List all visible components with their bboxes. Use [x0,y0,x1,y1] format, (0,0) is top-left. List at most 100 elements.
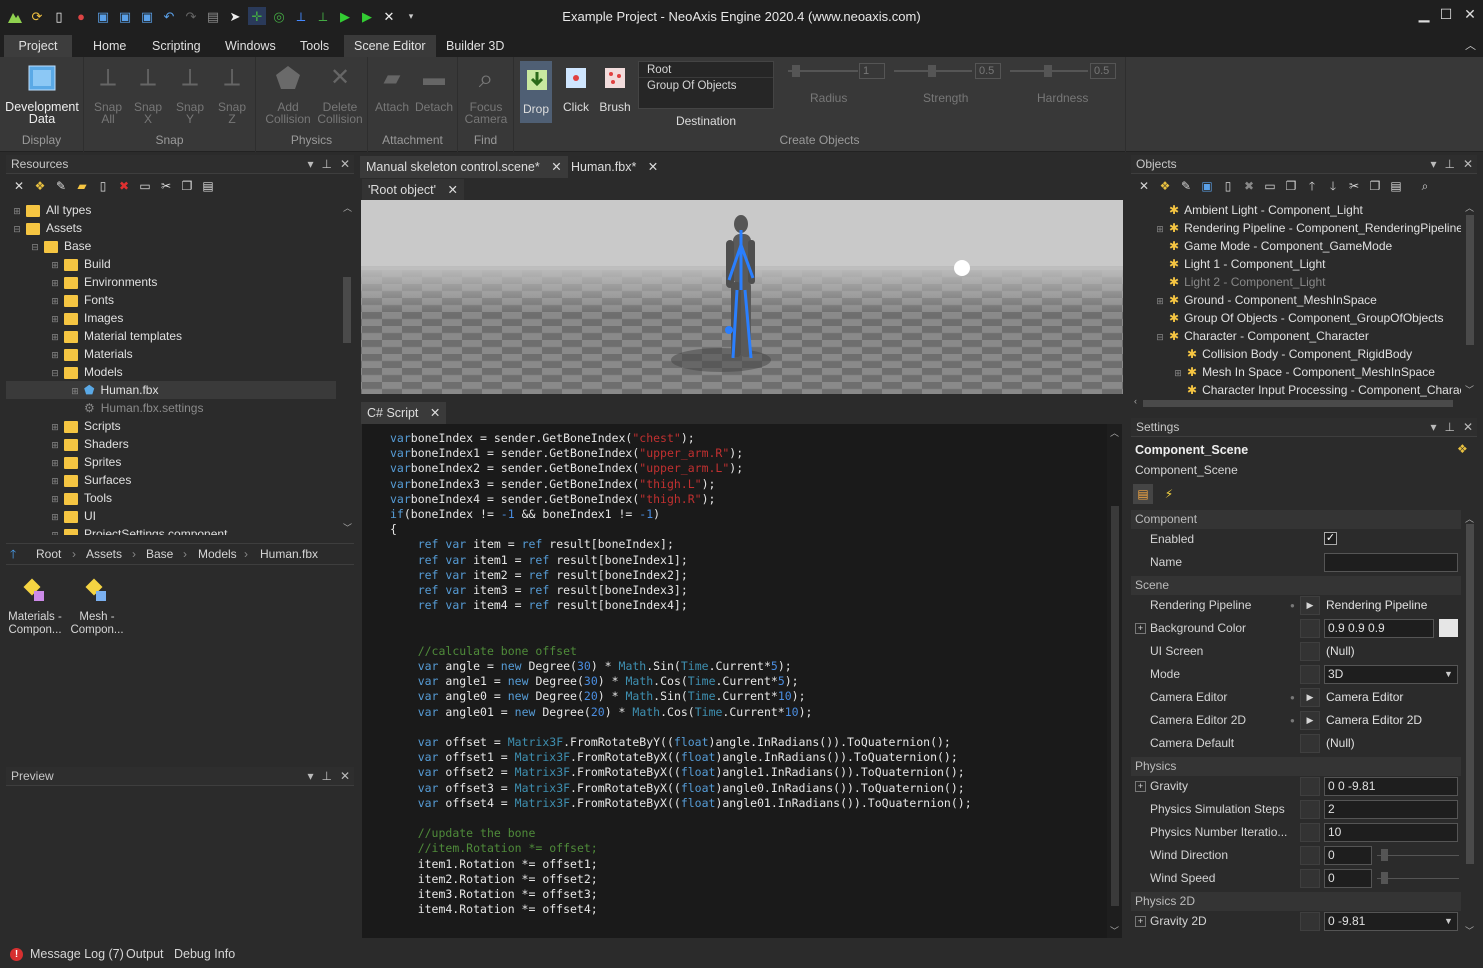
prop-button[interactable] [1300,642,1320,661]
scrollbar-thumb[interactable] [1111,506,1119,906]
scrollbar-thumb[interactable] [1466,524,1474,864]
mode-select[interactable]: 3D [1324,665,1458,684]
breadcrumb-item[interactable]: Human.fbx [260,544,318,564]
add-collision-button[interactable]: Add Collision [262,61,314,125]
destination-item-root[interactable]: Root [639,62,773,78]
collapse-icon[interactable]: ⊟ [50,364,60,382]
edit-icon[interactable]: ✎ [53,178,69,194]
pin-icon[interactable]: ⊥ [321,767,331,786]
drop-button[interactable]: Drop [520,61,552,123]
prop-button[interactable] [1300,823,1320,842]
filter-icon[interactable]: ❖ [32,178,48,194]
tree-item[interactable]: ⊞ ✱ Rendering Pipeline - Component_Renderi… [1155,219,1461,237]
close-icon[interactable]: ✕ [448,183,458,197]
collapse-ribbon-icon[interactable]: ︿ [1465,37,1476,53]
tree-item[interactable]: ⊞ Build [50,255,110,274]
dropdown-icon[interactable]: ▾ [307,155,313,174]
close-icon[interactable]: ✕ [430,406,440,420]
collapse-icon[interactable]: ⊟ [1155,328,1165,346]
scroll-up-icon[interactable]: ︿ [1110,426,1119,439]
new-object-icon[interactable]: ▯ [1220,178,1236,194]
tab-csharp-script[interactable]: C# Script ✕ [361,402,447,424]
tab-tools[interactable]: Tools [290,35,339,57]
expand-icon[interactable]: ⊞ [50,256,60,274]
expand-icon[interactable]: ⊞ [50,346,60,364]
file-item[interactable]: Mesh - Compon... [68,567,126,647]
move-down-icon[interactable]: 🡓 [1325,178,1341,194]
tab-human-fbx[interactable]: Human.fbx* ✕ [565,156,664,178]
tree-item[interactable]: ⊟ Models [50,363,122,382]
dropdown-icon[interactable]: ▾ [1430,155,1436,174]
prop-button[interactable] [1300,665,1320,684]
rename-icon[interactable]: ▭ [137,178,153,194]
scroll-left-icon[interactable]: ‹ [1134,396,1137,406]
pin-icon[interactable]: ⊥ [321,155,331,174]
dropdown-icon[interactable]: ▾ [307,767,313,786]
tree-item[interactable]: ⊟ Assets [12,219,82,237]
name-input[interactable] [1324,553,1458,572]
detach-button[interactable]: ▬ Detach [414,61,454,114]
expand-icon[interactable]: ⊞ [50,328,60,346]
tree-item[interactable]: ⊞ Material templates [50,327,182,345]
expand-icon[interactable]: ⊞ [50,526,60,535]
reference-button[interactable]: ▶ [1300,711,1320,730]
tree-item[interactable]: ⊞ Tools [50,489,112,507]
color-swatch[interactable] [1439,619,1458,637]
tab-root-object[interactable]: 'Root object' ✕ [362,179,464,201]
delete-collision-button[interactable]: ✕ Delete Collision [314,61,366,126]
gravity-input[interactable]: 0 0 -9.81 [1324,777,1458,796]
expand-icon[interactable]: ⊞ [70,382,80,400]
search-icon[interactable]: ⌕ [1417,178,1433,194]
new-folder-icon[interactable]: ▰ [74,178,90,194]
gravity-2d-input[interactable]: 0 -9.81 [1324,912,1458,931]
hardness-value[interactable]: 0.5 [1090,63,1116,79]
tab-project[interactable]: Project [4,35,72,57]
tree-item[interactable]: ⚙ Human.fbx.settings [84,399,203,417]
settings-icon[interactable]: ✕ [1136,178,1152,194]
tab-scripting[interactable]: Scripting [142,35,211,57]
scrollbar-thumb[interactable] [1143,400,1453,407]
up-arrow-icon[interactable]: 🡑 [10,544,16,564]
pin-icon[interactable]: ⊥ [1444,155,1454,174]
cut-icon[interactable]: ✂ [158,178,174,194]
close-icon[interactable]: ✕ [551,160,561,174]
breadcrumb-item[interactable]: Models [198,544,237,564]
edit-icon[interactable]: ✎ [1178,178,1194,194]
tree-item[interactable]: ✱ Light 2 - Component_Light [1169,273,1326,291]
radius-slider-handle[interactable] [792,65,800,77]
tree-item[interactable]: ✱ Ambient Light - Component_Light [1169,201,1363,219]
debug-info-button[interactable]: Debug Info [174,941,235,968]
close-icon[interactable]: ✕ [1463,418,1473,437]
expand-icon[interactable]: + [1135,916,1146,927]
tree-item[interactable]: ⊞ Images [50,309,123,327]
save-icon[interactable]: ▣ [1199,178,1215,194]
tree-item[interactable]: ⊞ Surfaces [50,471,131,489]
tab-scene-editor[interactable]: Scene Editor [344,35,436,57]
expand-icon[interactable]: ⊞ [50,508,60,526]
destination-list[interactable]: Root Group Of Objects [638,61,774,109]
expand-icon[interactable]: ⊞ [50,454,60,472]
resources-scrollbar[interactable]: ︿ ﹀ [340,199,354,535]
tree-item[interactable]: ⊞ Shaders [50,435,128,453]
expand-icon[interactable]: ⊞ [50,418,60,436]
file-item[interactable]: Materials - Compon... [6,567,64,647]
tree-item-selected[interactable]: ⊞ ⬟ Human.fbx [6,381,336,399]
tree-item[interactable]: ⊞ ProjectSettings.component [50,525,227,535]
tree-item[interactable]: ⊞ Sprites [50,453,121,471]
focus-camera-button[interactable]: ⌕ Focus Camera [462,61,510,125]
scene-render[interactable] [361,200,1123,394]
collapse-icon[interactable]: ⊟ [30,238,40,256]
paste-icon[interactable]: ▤ [1388,178,1404,194]
code-scrollbar[interactable]: ︿ ﹀ [1107,424,1122,938]
collapse-icon[interactable]: ⊟ [12,220,22,238]
wind-direction-slider[interactable] [1377,855,1459,856]
close-icon[interactable]: ✕ [340,767,350,786]
snap-z-button[interactable]: ⟂ Snap Z [214,61,250,126]
snap-y-button[interactable]: ⟂ Snap Y [172,61,208,126]
tree-item[interactable]: ✱ Light 1 - Component_Light [1169,255,1326,273]
tree-item[interactable]: ⊞ All types [12,201,91,219]
delete-icon[interactable]: ✖ [116,178,132,194]
scroll-down-icon[interactable]: ﹀ [1465,924,1474,937]
tree-item[interactable]: ⊞ Materials [50,345,132,364]
add-component-icon[interactable]: ❖ [1157,178,1173,194]
